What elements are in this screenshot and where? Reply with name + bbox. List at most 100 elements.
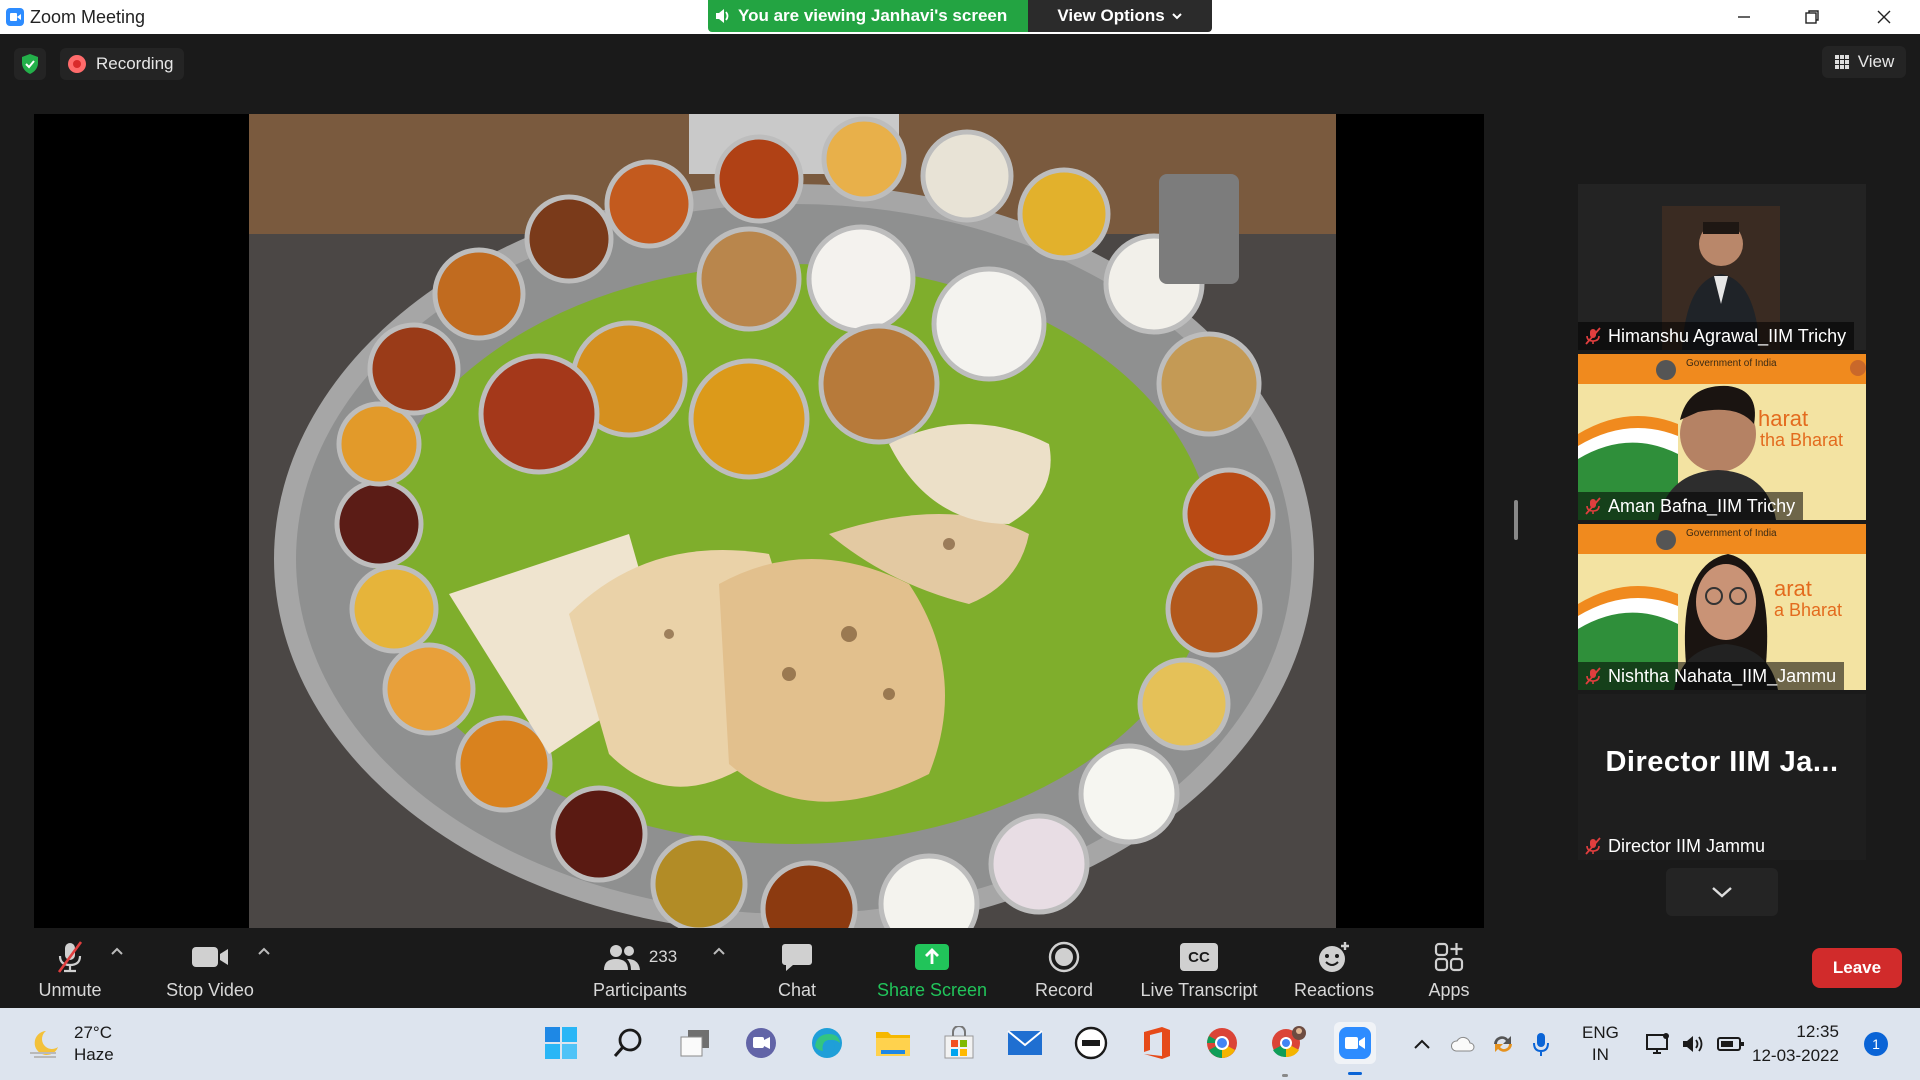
tile-bg-text-b: tha Bharat — [1760, 430, 1844, 450]
microphone-icon[interactable] — [1532, 1031, 1550, 1057]
running-app-indicator — [1282, 1074, 1288, 1077]
taskbar-search-button[interactable] — [607, 1022, 649, 1064]
taskbar-clock[interactable]: 12:35 12-03-2022 — [1752, 1020, 1839, 1068]
tile-bg-text-gov: Government of India — [1686, 528, 1777, 539]
chat-button[interactable]: Chat — [767, 934, 827, 1004]
chrome-button[interactable] — [1201, 1022, 1243, 1064]
task-view-button[interactable] — [674, 1022, 716, 1064]
participants-caret-icon[interactable] — [712, 946, 726, 956]
weather-widget[interactable]: 27°C Haze — [28, 1022, 114, 1066]
apps-label: Apps — [1428, 980, 1470, 1000]
tile-bg-text-a: arat — [1774, 576, 1812, 601]
chevron-up-icon[interactable] — [1412, 1038, 1432, 1050]
participant-tile-aman[interactable]: Government of India harat tha Bharat Ama… — [1578, 354, 1866, 520]
apps-icon — [1434, 942, 1464, 972]
apps-button[interactable]: Apps — [1414, 934, 1484, 1004]
share-screen-label: Share Screen — [876, 980, 988, 1000]
view-label: View — [1857, 52, 1895, 71]
sync-icon[interactable] — [1490, 1032, 1516, 1056]
reactions-button[interactable]: Reactions — [1284, 934, 1384, 1004]
chrome-profile-button[interactable] — [1267, 1022, 1309, 1064]
microsoft-store-button[interactable] — [938, 1022, 980, 1064]
chevron-down-icon — [1712, 887, 1732, 898]
viewing-banner-text: You are viewing Janhavi's screen — [738, 6, 1008, 25]
recording-indicator[interactable]: Recording — [60, 48, 184, 80]
participants-count: 233 — [648, 947, 678, 966]
view-button[interactable]: View — [1822, 46, 1906, 78]
stop-video-label: Stop Video — [166, 980, 254, 1000]
live-transcript-button[interactable]: CC Live Transcript — [1134, 934, 1264, 1004]
participant-name-tag: Nishtha Nahata_IIM_Jammu — [1578, 662, 1845, 690]
minimize-icon — [1738, 16, 1750, 18]
muted-mic-icon — [57, 941, 83, 973]
office-icon — [1144, 1027, 1170, 1059]
unmute-button[interactable]: Unmute — [30, 934, 110, 1004]
gallery-next-page-button[interactable] — [1666, 868, 1778, 916]
speaker-icon — [716, 9, 729, 23]
maximize-button[interactable] — [1782, 0, 1842, 34]
clock-date: 12-03-2022 — [1752, 1046, 1839, 1065]
onedrive-cloud-icon[interactable] — [1450, 1035, 1476, 1053]
chat-bubble-icon — [782, 944, 812, 971]
video-camera-icon — [192, 947, 228, 967]
view-options-label: View Options — [1057, 6, 1165, 25]
muted-mic-icon — [1585, 667, 1601, 685]
mail-button[interactable] — [1004, 1022, 1046, 1064]
record-button[interactable]: Record — [1024, 934, 1104, 1004]
teams-chat-button[interactable] — [740, 1022, 782, 1064]
muted-mic-icon — [1585, 497, 1601, 515]
meeting-topbar: Recording View — [0, 34, 1920, 94]
clock-time: 12:35 — [1796, 1022, 1839, 1041]
view-options-button[interactable]: View Options — [1028, 0, 1212, 32]
search-icon — [613, 1028, 642, 1057]
shared-screen-content — [249, 114, 1336, 928]
mail-icon — [1007, 1030, 1043, 1055]
weather-condition: Haze — [74, 1045, 114, 1064]
close-icon — [1877, 10, 1891, 24]
office-button[interactable] — [1136, 1022, 1178, 1064]
smiley-add-icon — [1319, 942, 1349, 972]
moon-haze-icon — [30, 1031, 58, 1058]
network-icon[interactable] — [1645, 1032, 1671, 1056]
video-options-caret-icon[interactable] — [257, 946, 271, 956]
muted-mic-icon — [1585, 837, 1601, 855]
edge-browser-button[interactable] — [806, 1022, 848, 1064]
reactions-label: Reactions — [1293, 980, 1375, 1000]
file-explorer-button[interactable] — [872, 1022, 914, 1064]
panel-resize-handle[interactable] — [1514, 500, 1518, 540]
store-icon — [944, 1026, 974, 1059]
participant-name: Nishtha Nahata_IIM_Jammu — [1608, 665, 1837, 686]
zoom-app-button[interactable] — [1334, 1022, 1376, 1064]
participant-tile-nishtha[interactable]: Government of India arat a Bharat Nishth… — [1578, 524, 1866, 690]
participant-display-name: Director IIM Ja... — [1605, 746, 1839, 778]
participants-button[interactable]: 233 Participants — [590, 934, 690, 1004]
participant-name: Himanshu Agrawal_IIM Trichy — [1608, 325, 1847, 346]
active-app-indicator — [1348, 1072, 1362, 1075]
security-shield-button[interactable] — [14, 48, 46, 80]
grid-icon — [1834, 55, 1849, 69]
stop-video-button[interactable]: Stop Video — [160, 934, 260, 1004]
battery-icon[interactable] — [1716, 1036, 1745, 1052]
participant-name: Aman Bafna_IIM Trichy — [1608, 495, 1796, 516]
cc-text: CC — [1188, 948, 1210, 966]
dell-app-button[interactable] — [1070, 1022, 1112, 1064]
minimize-button[interactable] — [1714, 0, 1774, 34]
language-indicator[interactable]: ENG IN — [1582, 1022, 1619, 1066]
task-view-icon — [680, 1030, 709, 1057]
muted-mic-icon — [1585, 327, 1601, 345]
tile-bg-text-a: harat — [1758, 406, 1809, 431]
close-button[interactable] — [1854, 0, 1914, 34]
language-code: ENG — [1582, 1023, 1619, 1042]
meeting-toolbar: Unmute Stop Video 233 Participants Chat … — [0, 928, 1920, 1008]
notification-badge[interactable]: 1 — [1864, 1032, 1888, 1056]
volume-icon[interactable] — [1681, 1033, 1705, 1055]
thali-platter-image — [249, 114, 1336, 928]
leave-button[interactable]: Leave — [1812, 948, 1902, 988]
closed-caption-icon: CC — [1180, 943, 1218, 971]
share-screen-button[interactable]: Share Screen — [874, 934, 990, 1004]
participant-tile-director[interactable]: Director IIM Ja... Director IIM Jammu — [1578, 694, 1866, 860]
audio-options-caret-icon[interactable] — [110, 946, 124, 956]
participant-tile-himanshu[interactable]: Himanshu Agrawal_IIM Trichy — [1578, 184, 1866, 350]
window-title: Zoom Meeting — [30, 7, 146, 27]
windows-start-button[interactable] — [540, 1022, 582, 1064]
